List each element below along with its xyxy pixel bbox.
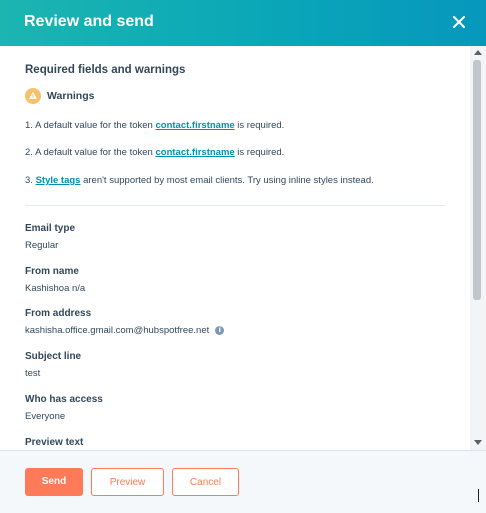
modal-body: Required fields and warnings Warnings 1.…: [0, 46, 470, 450]
token-link[interactable]: contact.firstname: [155, 147, 234, 158]
style-tags-link[interactable]: Style tags: [36, 175, 81, 186]
warning-text: is required.: [234, 120, 285, 131]
email-type-value: Regular: [25, 240, 59, 251]
warning-item-1: 1. A default value for the token contact…: [25, 120, 284, 131]
close-icon[interactable]: [446, 9, 472, 35]
text-cursor-icon: [478, 489, 479, 502]
section-title: Required fields and warnings: [25, 64, 186, 76]
warning-number: 3.: [25, 175, 33, 186]
who-has-access-label: Who has access: [25, 394, 103, 405]
scroll-up-arrow-icon[interactable]: [474, 50, 482, 55]
email-type-label: Email type: [25, 223, 76, 234]
who-has-access-value: Everyone: [25, 411, 66, 422]
warning-text: is required.: [234, 147, 285, 158]
warning-number: 2.: [25, 147, 33, 158]
from-name-value: Kashishoa n/a: [25, 283, 86, 294]
vertical-scrollbar[interactable]: [470, 46, 486, 450]
from-name-label: From name: [25, 266, 79, 277]
from-address-value: kashisha.office.gmail.com@hubspotfree.ne…: [25, 325, 210, 336]
warnings-label: Warnings: [47, 90, 95, 102]
cancel-button[interactable]: Cancel: [172, 468, 239, 496]
from-address-label: From address: [25, 308, 92, 319]
info-icon[interactable]: i: [215, 326, 225, 335]
warning-number: 1.: [25, 120, 33, 131]
send-button[interactable]: Send: [25, 468, 83, 496]
subject-line-value: test: [25, 368, 41, 379]
modal-title: Review and send: [24, 13, 154, 30]
preview-button[interactable]: Preview: [91, 468, 164, 496]
warning-text: aren't supported by most email clients. …: [80, 175, 374, 186]
warning-item-2: 2. A default value for the token contact…: [25, 147, 284, 158]
warning-text: A default value for the token: [35, 147, 156, 158]
subject-line-label: Subject line: [25, 351, 82, 362]
modal-footer: Send Preview Cancel: [0, 450, 486, 513]
warning-item-3: 3. Style tags aren't supported by most e…: [25, 175, 374, 186]
warning-text: A default value for the token: [35, 120, 156, 131]
token-link[interactable]: contact.firstname: [155, 120, 234, 131]
from-address-row: kashisha.office.gmail.com@hubspotfree.ne…: [25, 325, 225, 336]
scroll-down-arrow-icon[interactable]: [474, 440, 482, 445]
divider: [25, 205, 445, 206]
scroll-thumb[interactable]: [473, 60, 481, 300]
modal-header: Review and send: [0, 0, 486, 46]
warning-icon: [25, 88, 41, 104]
preview-text-label: Preview text: [25, 437, 84, 448]
